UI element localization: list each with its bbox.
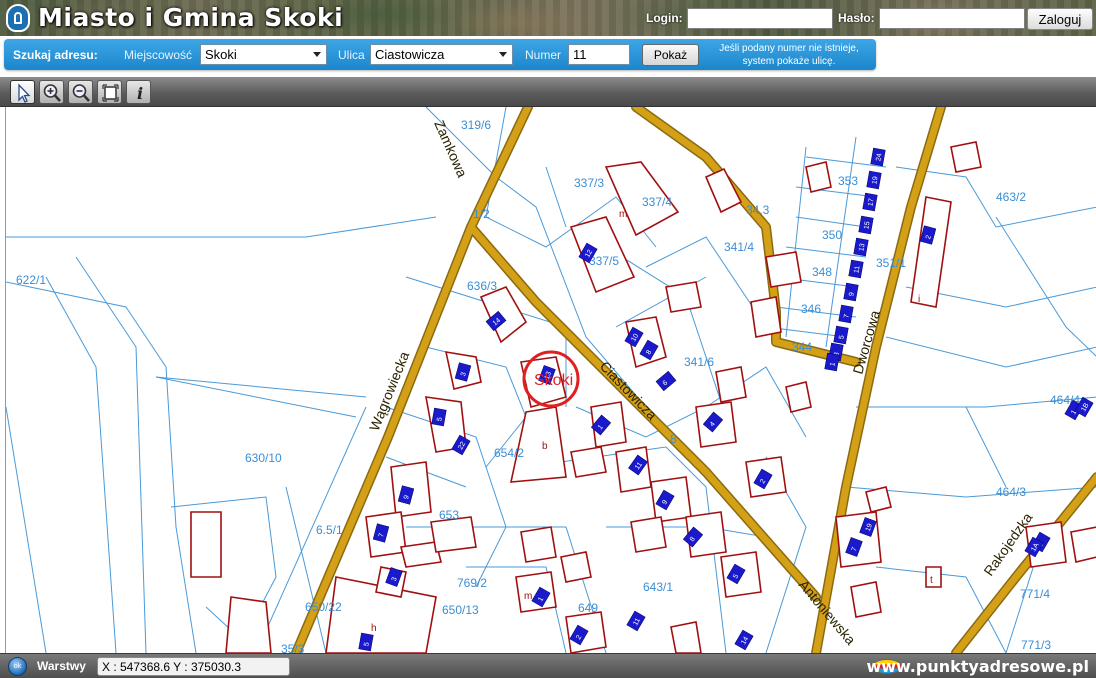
parcel-label: 337/3 [574,176,604,190]
login-button[interactable]: Zaloguj [1027,8,1093,30]
svg-text:h: h [371,623,377,634]
parcel-label: 348 [812,265,832,279]
parcel-label: 353 [838,174,858,188]
parcel-label: 653 [439,508,459,522]
svg-text:24: 24 [875,153,883,162]
svg-text:13: 13 [858,243,866,252]
zoom-out-icon[interactable] [68,80,93,104]
parcel-label: 346 [801,302,821,316]
house-number-marker[interactable]: 6 [655,370,677,392]
select-arrow-icon[interactable] [10,80,35,104]
password-input[interactable] [879,8,1025,29]
house-number-marker[interactable]: 5 [833,325,849,345]
town-label: Miejscowość [124,48,193,62]
layers-button[interactable]: Warstwy [37,659,86,673]
parcel-label: 643/1 [643,580,673,594]
parcel-label: 630/10 [245,451,282,465]
footer-site-link[interactable]: www.punktyadresowe.pl [866,657,1089,676]
layers-icon[interactable]: ok [8,657,27,676]
number-label: Numer [525,48,562,62]
parcel-label: 771/3 [1021,638,1051,652]
parcel-label: 350 [822,228,842,242]
svg-text:15: 15 [863,221,871,230]
search-hint: Jeśli podany numer nie istnieje, system … [719,43,859,67]
town-select[interactable]: Skoki [200,44,327,65]
parcel-label: 341/6 [684,355,714,369]
chevron-down-icon [313,52,321,57]
app-title: Miasto i Gmina Skoki [38,3,344,32]
parcel-label: 35/3 [281,642,305,653]
parcel-label: 622/1 [16,273,46,287]
full-extent-icon[interactable] [97,80,122,104]
locality-marker-label: Skoki [534,372,573,389]
map-toolbar: i [0,77,1096,107]
parcel-label: 654/2 [494,446,524,460]
street-select[interactable]: Ciastowicza [370,44,513,65]
house-number-marker[interactable]: 17 [862,192,878,212]
parcel-label: 1/2 [473,207,490,221]
parcel-label: 319/6 [461,118,491,132]
svg-text:b: b [542,441,548,452]
svg-text:m: m [619,209,627,220]
address-search-bar: Szukaj adresu: Miejscowość Skoki Ulica C… [4,39,876,70]
house-number-marker[interactable]: 24 [870,147,886,167]
parcel-label: 650/13 [442,603,479,617]
search-heading: Szukaj adresu: [13,48,98,62]
status-bar: ok Warstwy X : 547368.6 Y : 375030.3 www… [0,653,1096,678]
street-select-value: Ciastowicza [375,47,445,62]
app-header: Miasto i Gmina Skoki Login: Hasło: Zalog… [0,0,1096,36]
house-number-marker[interactable]: 5 [358,632,374,652]
street-label: Ulica [338,48,365,62]
house-number-marker[interactable]: 1 [824,352,840,372]
parcel-label: 464/3 [996,485,1026,499]
parcel-label: 636/3 [467,279,497,293]
parcel-label: 341/4 [724,240,754,254]
svg-text:17: 17 [867,198,875,207]
parcel-label: 463/2 [996,190,1026,204]
number-input[interactable] [568,44,630,65]
parcel-label: 337/5 [589,254,619,268]
house-number-marker[interactable]: 11 [626,610,646,632]
zoom-in-icon[interactable] [39,80,64,104]
parcel-label: 771/4 [1020,587,1050,601]
house-number-marker[interactable]: 15 [858,215,874,235]
house-number-marker[interactable]: 5 [431,407,447,427]
town-select-value: Skoki [205,47,237,62]
house-number-marker[interactable]: 13 [853,237,869,257]
svg-text:19: 19 [871,176,879,185]
login-input[interactable] [687,8,833,29]
parcel-label: 6.5/1 [316,523,343,537]
login-label: Login: [646,11,683,25]
parcel-label: 34.3 [746,203,770,217]
house-number-marker[interactable]: 19 [866,170,882,190]
parcel-label: 351/1 [876,256,906,270]
house-number-marker[interactable]: 11 [848,259,864,279]
coat-of-arms-icon [6,4,30,32]
parcel-label: 337/4 [642,195,672,209]
svg-text:t: t [930,575,933,586]
svg-text:i: i [918,294,920,305]
show-button[interactable]: Pokaż [642,44,699,66]
svg-text:m: m [524,591,532,602]
parcel-label: 344 [792,340,812,354]
parcel-label: 649 [578,601,598,615]
password-label: Hasło: [838,11,875,25]
roads [291,107,1096,653]
svg-text:i: i [137,84,143,103]
parcel-label: 769/2 [457,576,487,590]
info-icon[interactable]: i [126,80,151,104]
house-number-marker[interactable]: 14 [734,629,754,651]
map-canvas[interactable]: m b h i t m 319/6 337/3 337/4 341/4 341/6 353… [5,107,1096,653]
search-strip: Szukaj adresu: Miejscowość Skoki Ulica C… [0,36,1096,76]
house-number-marker[interactable]: 9 [843,282,859,302]
chevron-down-icon [499,52,507,57]
parcel-label: 8 [670,432,677,446]
parcel-label: 650/22 [305,600,342,614]
svg-text:11: 11 [853,265,861,273]
house-number-marker[interactable]: 7 [838,304,854,324]
coordinates-readout: X : 547368.6 Y : 375030.3 [97,657,290,676]
